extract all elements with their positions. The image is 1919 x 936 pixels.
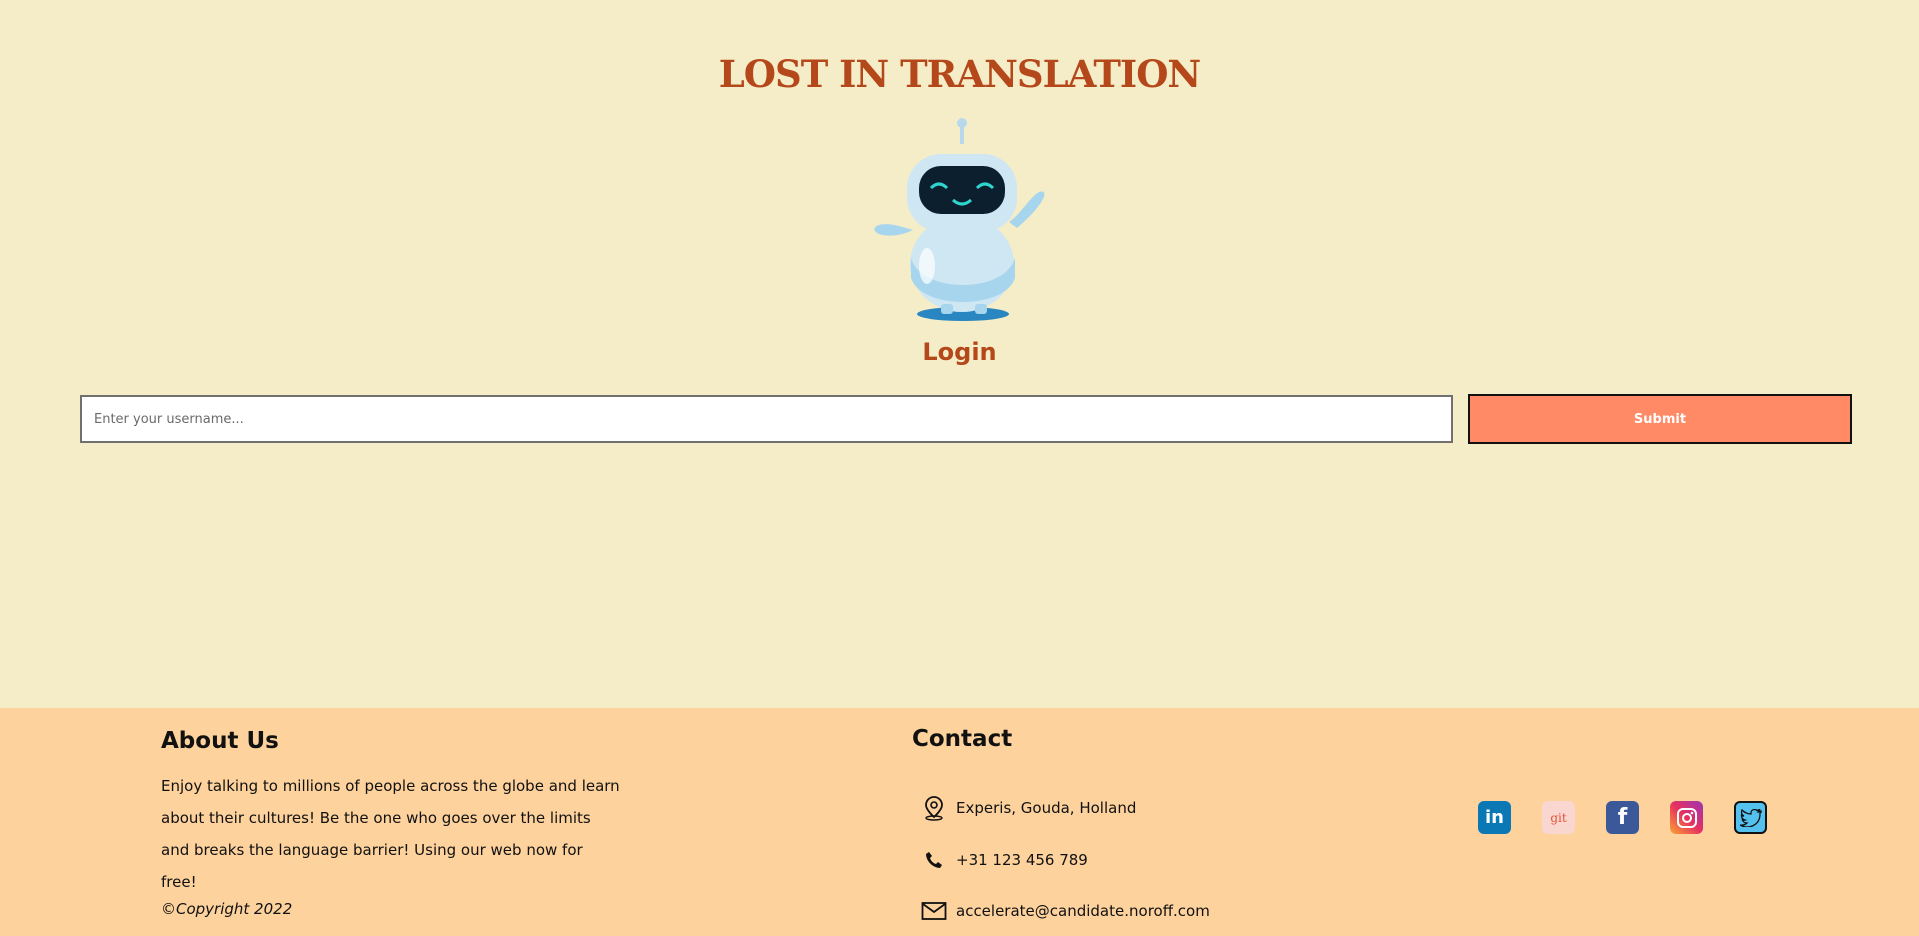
submit-button[interactable]: Submit	[1468, 394, 1852, 444]
location-pin-icon	[920, 794, 948, 822]
envelope-icon	[920, 897, 948, 925]
address-text: Experis, Gouda, Holland	[956, 799, 1137, 817]
copyright: ©Copyright 2022	[161, 900, 293, 918]
username-input[interactable]	[80, 395, 1453, 443]
robot-illustration	[874, 118, 1045, 321]
about-title: About Us	[161, 728, 279, 754]
contact-email: accelerate@candidate.noroff.com	[920, 897, 1210, 925]
linkedin-icon[interactable]: in	[1478, 801, 1511, 834]
email-text[interactable]: accelerate@candidate.noroff.com	[956, 902, 1210, 920]
contact-phone: +31 123 456 789	[920, 846, 1088, 874]
contact-address: Experis, Gouda, Holland	[920, 794, 1136, 822]
git-label: git	[1550, 810, 1567, 825]
about-section: About Us Enjoy talking to millions of pe…	[161, 728, 621, 918]
phone-text: +31 123 456 789	[956, 851, 1088, 869]
phone-icon	[920, 846, 948, 874]
app-title: LOST IN TRANSLATION	[718, 52, 1202, 96]
twitter-icon[interactable]	[1734, 801, 1767, 834]
about-text: Enjoy talking to millions of people acro…	[161, 777, 620, 891]
contact-title: Contact	[912, 726, 1013, 752]
facebook-icon[interactable]: f	[1606, 801, 1639, 834]
contact-section: Contact Experis, Gouda, Holland +31 123 …	[912, 726, 1332, 920]
footer: About Us Enjoy talking to millions of pe…	[0, 708, 1919, 936]
instagram-icon[interactable]	[1670, 801, 1703, 834]
git-icon[interactable]: git	[1542, 801, 1575, 834]
linkedin-label: in	[1485, 807, 1504, 828]
login-heading: Login	[922, 338, 997, 366]
social-links: in git f	[1478, 801, 1767, 834]
facebook-label: f	[1617, 805, 1628, 830]
main-area: LOST IN TRANSLATION Login Submit	[0, 0, 1919, 708]
